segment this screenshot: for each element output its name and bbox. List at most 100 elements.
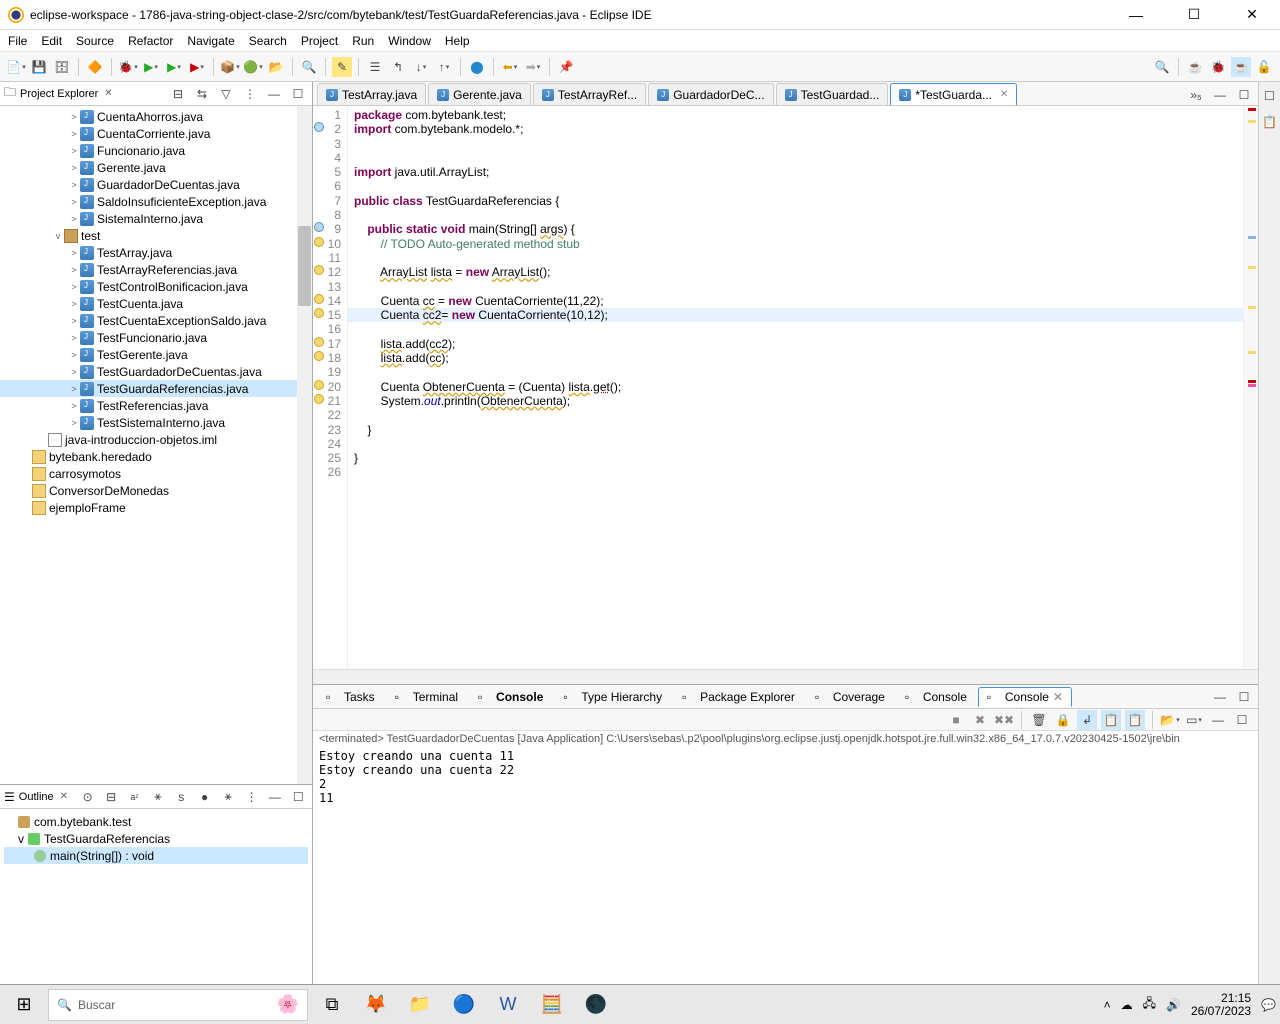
tree-item[interactable]: >CuentaAhorros.java — [0, 108, 312, 125]
outline-sort-button[interactable]: ⊟ — [101, 787, 120, 807]
tree-item[interactable]: carrosymotos — [0, 465, 312, 482]
save-button[interactable]: 💾 — [29, 57, 49, 77]
tree-item[interactable]: ConversorDeMonedas — [0, 482, 312, 499]
tray-chevron-icon[interactable]: ˄ — [1104, 998, 1111, 1012]
outline-item[interactable]: main(String[]) : void — [4, 847, 308, 864]
eclipse-taskbar-icon[interactable]: 🌑 — [576, 989, 616, 1021]
tree-item[interactable]: >SistemaInterno.java — [0, 210, 312, 227]
close-outline-button[interactable]: ✕ — [58, 791, 70, 802]
tree-item[interactable]: >TestCuentaExceptionSaldo.java — [0, 312, 312, 329]
skip-breakpoints-button[interactable]: ⬤ — [467, 57, 487, 77]
outline-maximize-button[interactable]: ☐ — [289, 787, 308, 807]
prev-annotation-button[interactable]: ↑ — [434, 57, 454, 77]
overview-ruler[interactable] — [1243, 106, 1258, 669]
outline-az-button[interactable]: aᶻ — [125, 787, 144, 807]
editor-tab[interactable]: TestArray.java — [317, 83, 426, 105]
search-button[interactable]: 🔍 — [299, 57, 319, 77]
notifications-icon[interactable]: 💬 — [1261, 998, 1276, 1012]
outline-hide-nonpublic-button[interactable]: ● — [195, 787, 214, 807]
outline-tree[interactable]: com.bytebank.testvTestGuardaReferenciasm… — [0, 809, 312, 984]
back-button[interactable]: ⬅ — [500, 57, 520, 77]
menu-edit[interactable]: Edit — [41, 34, 62, 48]
tree-item[interactable]: vtest — [0, 227, 312, 244]
coverage-button[interactable]: ▶ — [164, 57, 184, 77]
bottom-tab-console[interactable]: ▫Console — [896, 687, 976, 707]
next-annotation-button[interactable]: ↓ — [411, 57, 431, 77]
tree-item[interactable]: >TestArrayReferencias.java — [0, 261, 312, 278]
menu-project[interactable]: Project — [301, 34, 338, 48]
pin-editor-button[interactable]: 📌 — [556, 57, 576, 77]
tree-item[interactable]: >TestGuardadorDeCuentas.java — [0, 363, 312, 380]
tree-item[interactable]: >TestControlBonificacion.java — [0, 278, 312, 295]
editor-hscroll[interactable] — [313, 669, 1258, 684]
tree-item[interactable]: >GuardadorDeCuentas.java — [0, 176, 312, 193]
filter-button[interactable]: ▽ — [216, 84, 236, 104]
close-tab-button[interactable]: ✕ — [1000, 89, 1008, 100]
collapse-all-button[interactable]: ⊟ — [168, 84, 188, 104]
new-class-button[interactable]: 🟢 — [243, 57, 263, 77]
outline-hide-local-button[interactable]: ⚹ — [218, 787, 237, 807]
taskbar-search[interactable]: 🔍 Buscar 🌸 — [48, 989, 308, 1021]
menu-refactor[interactable]: Refactor — [128, 34, 173, 48]
bottom-tab-coverage[interactable]: ▫Coverage — [806, 687, 894, 707]
outline-focus-button[interactable]: ⊙ — [78, 787, 97, 807]
outline-minimize-button[interactable]: — — [265, 787, 284, 807]
editor-tab[interactable]: GuardadorDeC... — [648, 83, 773, 105]
minimized-view-icon[interactable]: 📋 — [1260, 112, 1280, 132]
bottom-tab-type-hierarchy[interactable]: ▫Type Hierarchy — [554, 687, 671, 707]
open-type-hierarchy-button[interactable]: 📂 — [266, 57, 286, 77]
editor-tab[interactable]: Gerente.java — [428, 83, 531, 105]
outline-hide-static-button[interactable]: s — [172, 787, 191, 807]
menu-run[interactable]: Run — [352, 34, 374, 48]
prev-edit-button[interactable]: ↰ — [388, 57, 408, 77]
maximize-view-button[interactable]: ☐ — [288, 84, 308, 104]
editor-tab[interactable]: *TestGuarda...✕ — [890, 83, 1017, 105]
outline-menu-button[interactable]: ⋮ — [242, 787, 261, 807]
toggle-breadcrumb-button[interactable]: ☰ — [365, 57, 385, 77]
show-list-button[interactable]: »₅ — [1186, 85, 1206, 105]
clock[interactable]: 21:15 26/07/2023 — [1191, 992, 1251, 1018]
perspective-open-button[interactable]: 🔓 — [1254, 57, 1274, 77]
menu-window[interactable]: Window — [388, 34, 431, 48]
console-show-err-button[interactable]: 📋 — [1125, 710, 1145, 730]
task-view-button[interactable]: ⧉ — [312, 989, 352, 1021]
tree-item[interactable]: >SaldoInsuficienteException.java — [0, 193, 312, 210]
editor-tab[interactable]: TestArrayRef... — [533, 83, 646, 105]
tree-item[interactable]: ejemploFrame — [0, 499, 312, 516]
console-output[interactable]: Estoy creando una cuenta 11 Estoy creand… — [313, 747, 1258, 984]
bottom-min-button[interactable]: — — [1210, 687, 1230, 707]
save-all-button[interactable]: 🗄 — [52, 57, 72, 77]
outline-item[interactable]: vTestGuardaReferencias — [4, 830, 308, 847]
minimize-button[interactable]: — — [1116, 0, 1156, 30]
bottom-tab-tasks[interactable]: ▫Tasks — [317, 687, 384, 707]
tree-scrollbar[interactable] — [297, 106, 312, 784]
tray-cloud-icon[interactable]: ☁ — [1121, 998, 1133, 1012]
console-remove-all-button[interactable]: ✖✖ — [994, 710, 1014, 730]
tree-item[interactable]: >TestFuncionario.java — [0, 329, 312, 346]
console-word-wrap-button[interactable]: ↲ — [1077, 710, 1097, 730]
restore-view-button[interactable]: ☐ — [1260, 86, 1280, 106]
console-minimize-button[interactable]: — — [1208, 710, 1228, 730]
link-editor-button[interactable]: ⇆ — [192, 84, 212, 104]
menu-search[interactable]: Search — [249, 34, 287, 48]
tree-item[interactable]: java-introduccion-objetos.iml — [0, 431, 312, 448]
debug-button[interactable]: 🐞 — [118, 57, 138, 77]
quick-access-button[interactable]: 🔍 — [1152, 57, 1172, 77]
new-button[interactable]: 📄 — [6, 57, 26, 77]
chrome-icon[interactable]: 🔵 — [444, 989, 484, 1021]
close-button[interactable]: ✕ — [1232, 0, 1272, 30]
code-editor[interactable]: 1234567891011121314151617181920212223242… — [313, 106, 1258, 669]
bottom-tab-package-explorer[interactable]: ▫Package Explorer — [673, 687, 804, 707]
ext-tools-button[interactable]: ▶ — [187, 57, 207, 77]
tree-item[interactable]: >Gerente.java — [0, 159, 312, 176]
firefox-icon[interactable]: 🦊 — [356, 989, 396, 1021]
open-type-button[interactable]: 🔶 — [85, 57, 105, 77]
close-view-button[interactable]: ✕ — [102, 88, 114, 99]
new-package-button[interactable]: 📦 — [220, 57, 240, 77]
tree-item[interactable]: >TestGuardaReferencias.java — [0, 380, 312, 397]
code-content[interactable]: package com.bytebank.test;import com.byt… — [348, 106, 1243, 669]
forward-button[interactable]: ➡ — [523, 57, 543, 77]
tree-item[interactable]: >Funcionario.java — [0, 142, 312, 159]
console-open-button[interactable]: 📂 — [1160, 710, 1180, 730]
calculator-icon[interactable]: 🧮 — [532, 989, 572, 1021]
